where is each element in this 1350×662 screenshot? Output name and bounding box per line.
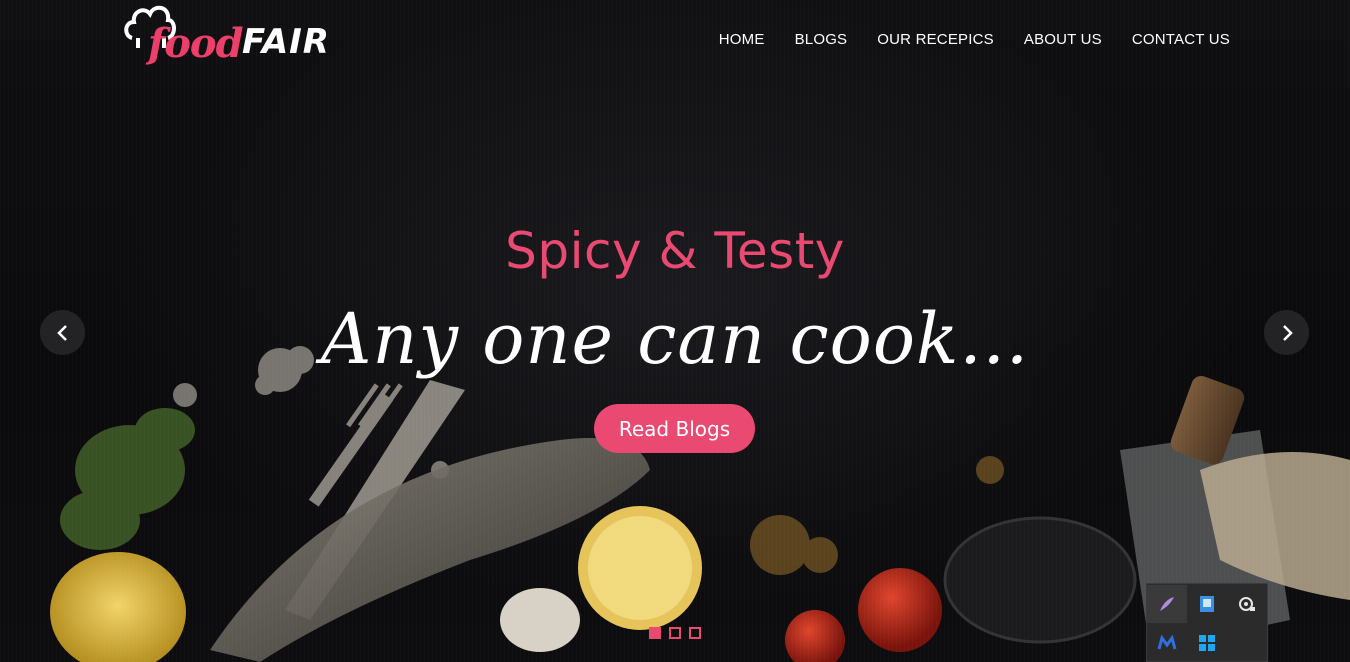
- carousel-indicator-2[interactable]: [669, 627, 681, 639]
- carousel-next-button[interactable]: [1264, 310, 1309, 355]
- brand-name-fair: FAIR: [242, 22, 330, 62]
- system-tray-overflow: [1146, 583, 1268, 662]
- slide-caption: Spicy & Testy Any one can cook...: [0, 222, 1350, 380]
- nav-blogs[interactable]: BLOGS: [795, 31, 848, 48]
- feather-icon[interactable]: [1147, 585, 1187, 623]
- nav-recipes[interactable]: OUR RECEPICS: [877, 31, 994, 48]
- malwarebytes-icon[interactable]: [1147, 624, 1187, 662]
- chevron-left-icon: [56, 324, 67, 341]
- main-navigation: HOME BLOGS OUR RECEPICS ABOUT US CONTACT…: [719, 31, 1230, 48]
- carousel-indicator-3[interactable]: [689, 627, 701, 639]
- nav-home[interactable]: HOME: [719, 31, 765, 48]
- nav-contact[interactable]: CONTACT US: [1132, 31, 1230, 48]
- slide-subtitle: Spicy & Testy: [505, 222, 845, 280]
- read-blogs-button[interactable]: Read Blogs: [594, 404, 755, 453]
- hero-carousel: food FAIR HOME BLOGS OUR RECEPICS ABOUT …: [0, 0, 1350, 662]
- camera-icon[interactable]: [1227, 585, 1267, 623]
- chevron-right-icon: [1282, 324, 1293, 341]
- brand-logo[interactable]: food FAIR: [124, 2, 344, 67]
- carousel-indicator-1[interactable]: [649, 627, 661, 639]
- carousel-indicators: [649, 627, 701, 639]
- windows-icon[interactable]: [1187, 624, 1227, 662]
- brand-name-food: food: [148, 20, 244, 67]
- slide-headline: Any one can cook...: [320, 298, 1030, 380]
- carousel-prev-button[interactable]: [40, 310, 85, 355]
- network-monitor-icon[interactable]: [1187, 585, 1227, 623]
- nav-about[interactable]: ABOUT US: [1024, 31, 1102, 48]
